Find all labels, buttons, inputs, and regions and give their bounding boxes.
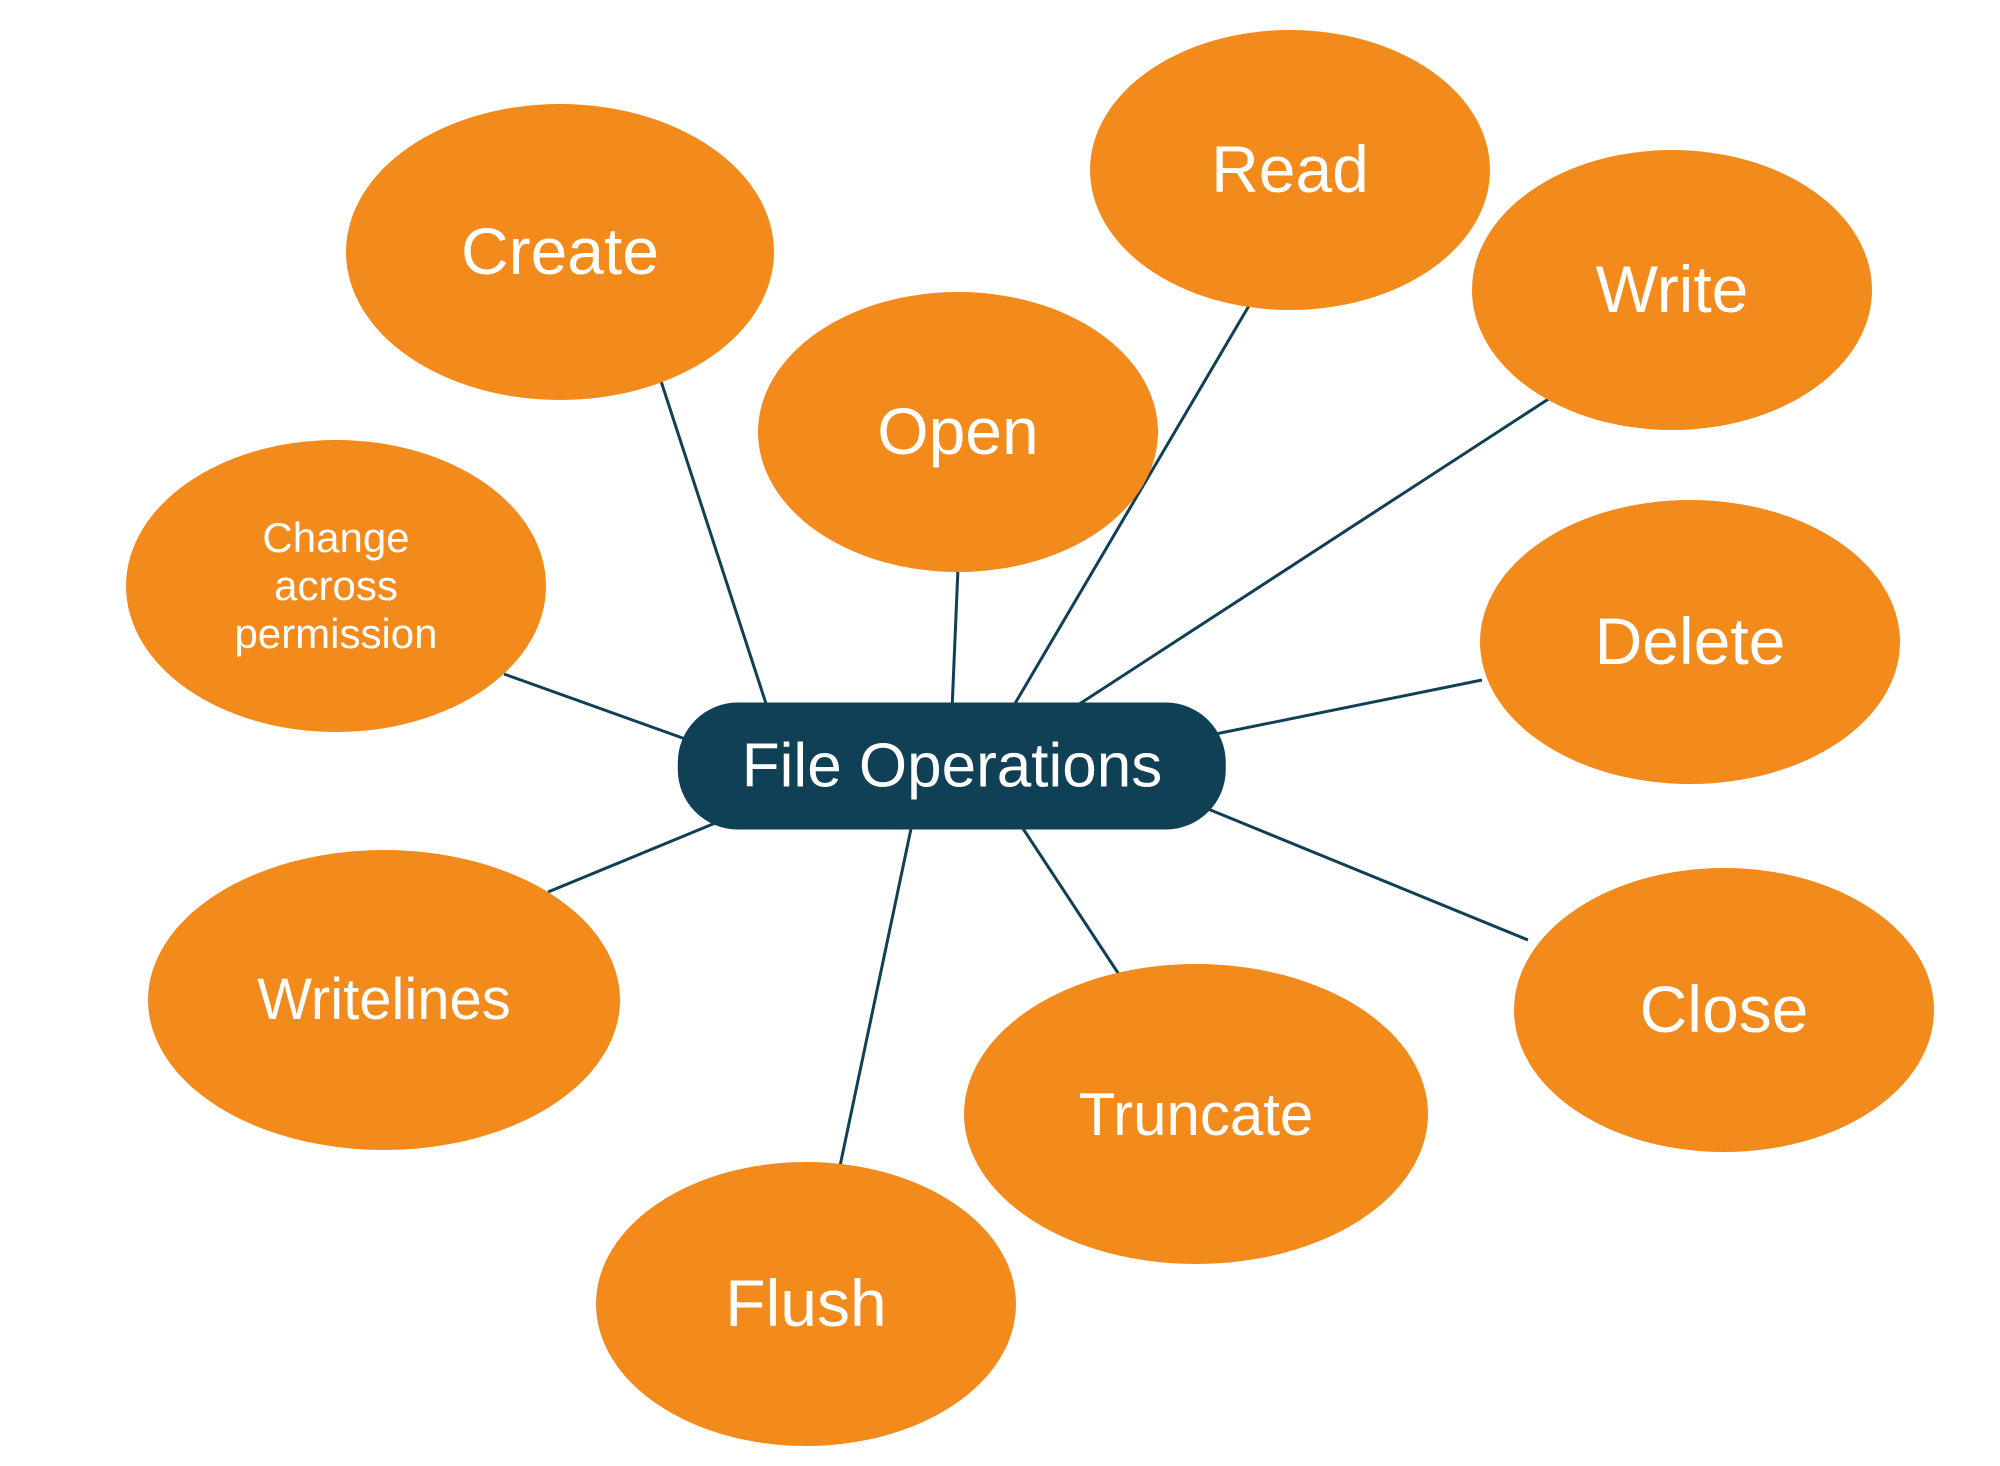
node-writelines: Writelines bbox=[148, 850, 620, 1150]
center-node-file-operations: File Operations bbox=[678, 703, 1226, 830]
node-change: Change across permission bbox=[126, 440, 546, 732]
node-flush: Flush bbox=[596, 1162, 1016, 1446]
connector-create bbox=[660, 378, 772, 722]
node-label-write: Write bbox=[1596, 252, 1749, 328]
connector-flush bbox=[840, 824, 912, 1166]
node-label-change: Change across permission bbox=[234, 514, 437, 659]
node-delete: Delete bbox=[1480, 500, 1900, 784]
node-label-open: Open bbox=[877, 394, 1038, 470]
diagram-stage: File Operations Create Open Read Write Chang… bbox=[0, 0, 2000, 1466]
node-truncate: Truncate bbox=[964, 964, 1428, 1264]
node-label-create: Create bbox=[461, 214, 659, 290]
node-read: Read bbox=[1090, 30, 1490, 310]
node-close: Close bbox=[1514, 868, 1934, 1152]
node-label-delete: Delete bbox=[1595, 604, 1786, 680]
node-write: Write bbox=[1472, 150, 1872, 430]
node-label-truncate: Truncate bbox=[1079, 1080, 1314, 1149]
node-label-flush: Flush bbox=[725, 1266, 886, 1342]
connector-delete bbox=[1186, 680, 1482, 740]
connector-open bbox=[952, 568, 958, 710]
node-label-read: Read bbox=[1211, 132, 1369, 208]
node-create: Create bbox=[346, 104, 774, 400]
node-label-close: Close bbox=[1640, 972, 1809, 1048]
node-open: Open bbox=[758, 292, 1158, 572]
connector-truncate bbox=[1020, 824, 1120, 976]
connector-close bbox=[1186, 800, 1528, 940]
node-label-writelines: Writelines bbox=[257, 967, 511, 1034]
